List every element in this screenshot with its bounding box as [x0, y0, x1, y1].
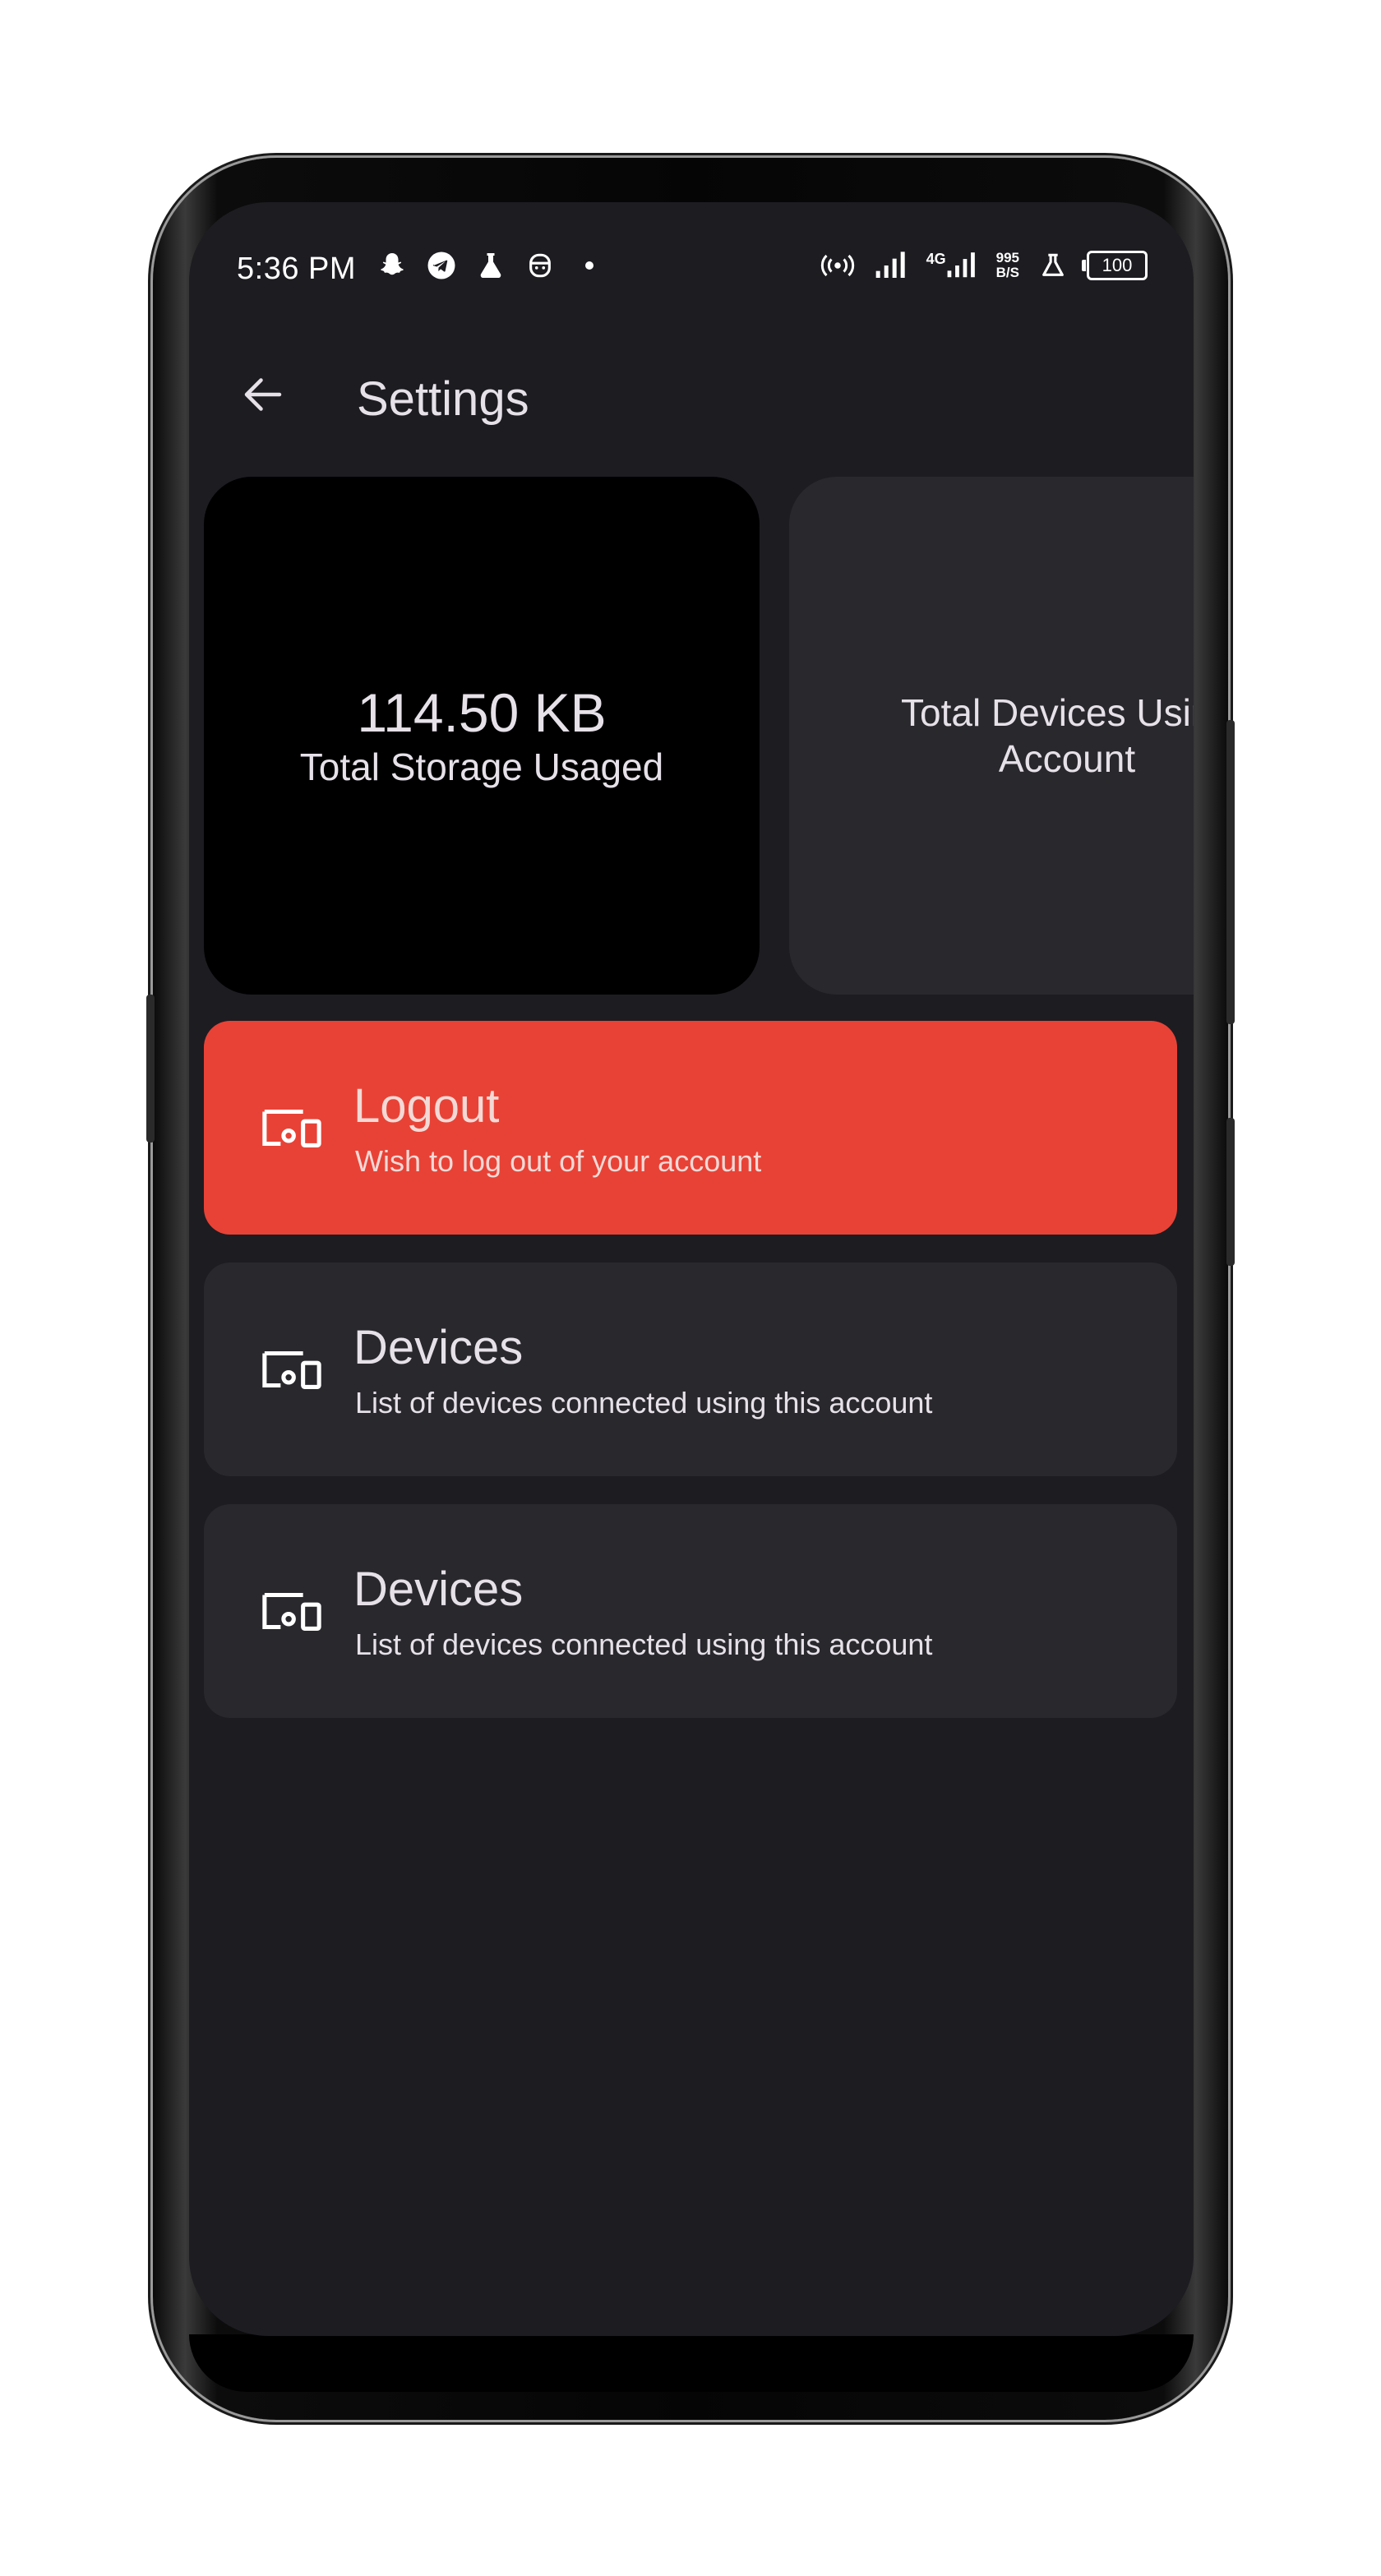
dot-icon	[574, 250, 605, 281]
battery-icon: 100	[1082, 251, 1148, 280]
storage-usage-card[interactable]: 114.50 KB Total Storage Usaged	[204, 477, 760, 995]
signal-icon	[875, 250, 908, 281]
app-bar: Settings	[189, 342, 1194, 449]
back-button[interactable]	[230, 362, 296, 427]
screen: 5:36 PM 4G 995 B/S 100 Settings 114.50 K…	[189, 202, 1194, 2336]
hotspot-icon	[819, 250, 857, 281]
face-icon	[524, 250, 556, 281]
network-label: 4G	[926, 250, 946, 267]
net-speed: 995 B/S	[996, 251, 1019, 280]
telegram-icon	[426, 250, 457, 281]
devices-title: Devices	[353, 1321, 524, 1374]
status-bar: 5:36 PM 4G 995 B/S 100	[189, 240, 1194, 298]
logout-title: Logout	[353, 1079, 500, 1133]
devices-icon	[262, 1592, 321, 1631]
lab-icon	[1037, 250, 1069, 281]
page-title: Settings	[357, 372, 529, 426]
devices-icon	[262, 1109, 321, 1147]
devices-subtitle: List of devices connected using this acc…	[355, 1627, 933, 1661]
arrow-left-icon	[244, 378, 282, 411]
power-button	[1226, 720, 1235, 1024]
devices-tile[interactable]: Devices List of devices connected using …	[204, 1263, 1177, 1476]
devices-count-label: Total Devices Using Account	[901, 691, 1194, 780]
logout-subtitle: Wish to log out of your account	[355, 1144, 762, 1178]
devices-subtitle: List of devices connected using this acc…	[355, 1386, 933, 1420]
status-time: 5:36 PM	[237, 252, 357, 286]
devices-title: Devices	[353, 1563, 524, 1616]
signal-4g-icon: 4G	[926, 250, 978, 281]
logout-tile[interactable]: Logout Wish to log out of your account	[204, 1021, 1177, 1235]
devices-icon	[262, 1350, 321, 1389]
volume-button	[146, 995, 155, 1143]
notification-icons	[376, 250, 605, 281]
storage-label: Total Storage Usaged	[299, 746, 664, 788]
net-speed-unit: B/S	[995, 265, 1019, 280]
net-speed-value: 995	[995, 250, 1019, 265]
snapchat-icon	[376, 250, 408, 281]
storage-value: 114.50 KB	[357, 682, 607, 743]
screen-bottom-bezel	[189, 2334, 1194, 2392]
lab-flask-icon	[475, 250, 506, 281]
system-icons: 4G 995 B/S 100	[819, 250, 1148, 281]
devices-count-card[interactable]: Total Devices Using Account	[789, 477, 1194, 995]
side-button	[1226, 1118, 1235, 1266]
devices-tile[interactable]: Devices List of devices connected using …	[204, 1504, 1177, 1718]
